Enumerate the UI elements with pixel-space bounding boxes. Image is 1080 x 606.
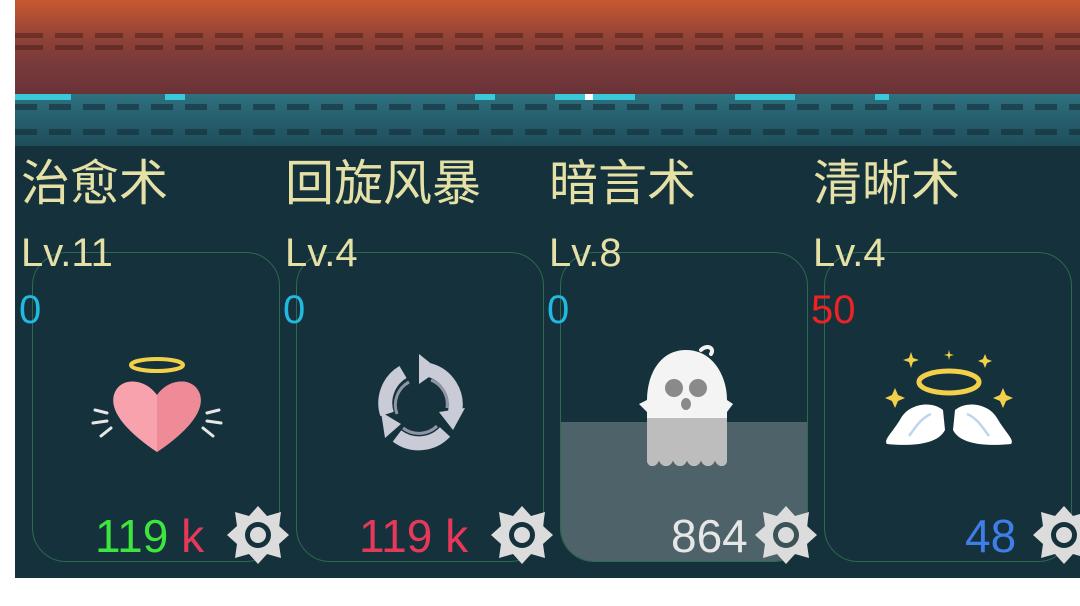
skill-value-unit: k	[445, 510, 469, 562]
ghost-skull-icon	[639, 345, 733, 466]
skill-level: Lv.4	[813, 231, 886, 275]
skill-slot-shadow-word[interactable]: 暗言术 Lv.8 0 864	[543, 0, 817, 578]
skill-name: 清晰术	[813, 157, 961, 211]
skill-level: Lv.4	[285, 231, 358, 275]
skill-name: 回旋风暴	[285, 157, 482, 211]
skill-cost: 50	[811, 288, 856, 332]
whirlwind-arrows-icon	[378, 354, 465, 451]
skill-value-row: 48	[965, 513, 1016, 559]
heart-halo-icon	[91, 357, 223, 452]
skill-value: 119	[359, 510, 433, 562]
skill-value-row: 864	[671, 513, 748, 559]
skill-value-unit: k	[181, 510, 205, 562]
skill-slot-heal[interactable]: 治愈术 Lv.11 0 119 k	[15, 0, 289, 578]
upgrade-gear-icon[interactable]	[1029, 500, 1080, 570]
skill-slot-whirlwind[interactable]: 回旋风暴 Lv.4 0 119 k	[279, 0, 553, 578]
skill-level: Lv.8	[549, 231, 622, 275]
skill-slot-clarity[interactable]: 清晰术 Lv.4 50 48	[807, 0, 1080, 578]
skill-level: Lv.11	[21, 231, 113, 275]
skill-value: 119	[95, 510, 169, 562]
winged-halo-icon	[885, 350, 1013, 445]
skill-cost: 0	[19, 288, 42, 332]
skill-value: 864	[671, 510, 748, 562]
skill-value: 48	[965, 510, 1017, 562]
skill-cost: 0	[283, 288, 306, 332]
skill-value-row: 119 k	[95, 513, 204, 559]
skill-name: 暗言术	[549, 157, 697, 211]
skill-value-row: 119 k	[359, 513, 468, 559]
game-viewport: 治愈术 Lv.11 0 119 k 回旋风暴 Lv.4 0 119 k 暗言术 …	[15, 0, 1080, 578]
skill-cost: 0	[547, 288, 570, 332]
skill-name: 治愈术	[21, 157, 169, 211]
